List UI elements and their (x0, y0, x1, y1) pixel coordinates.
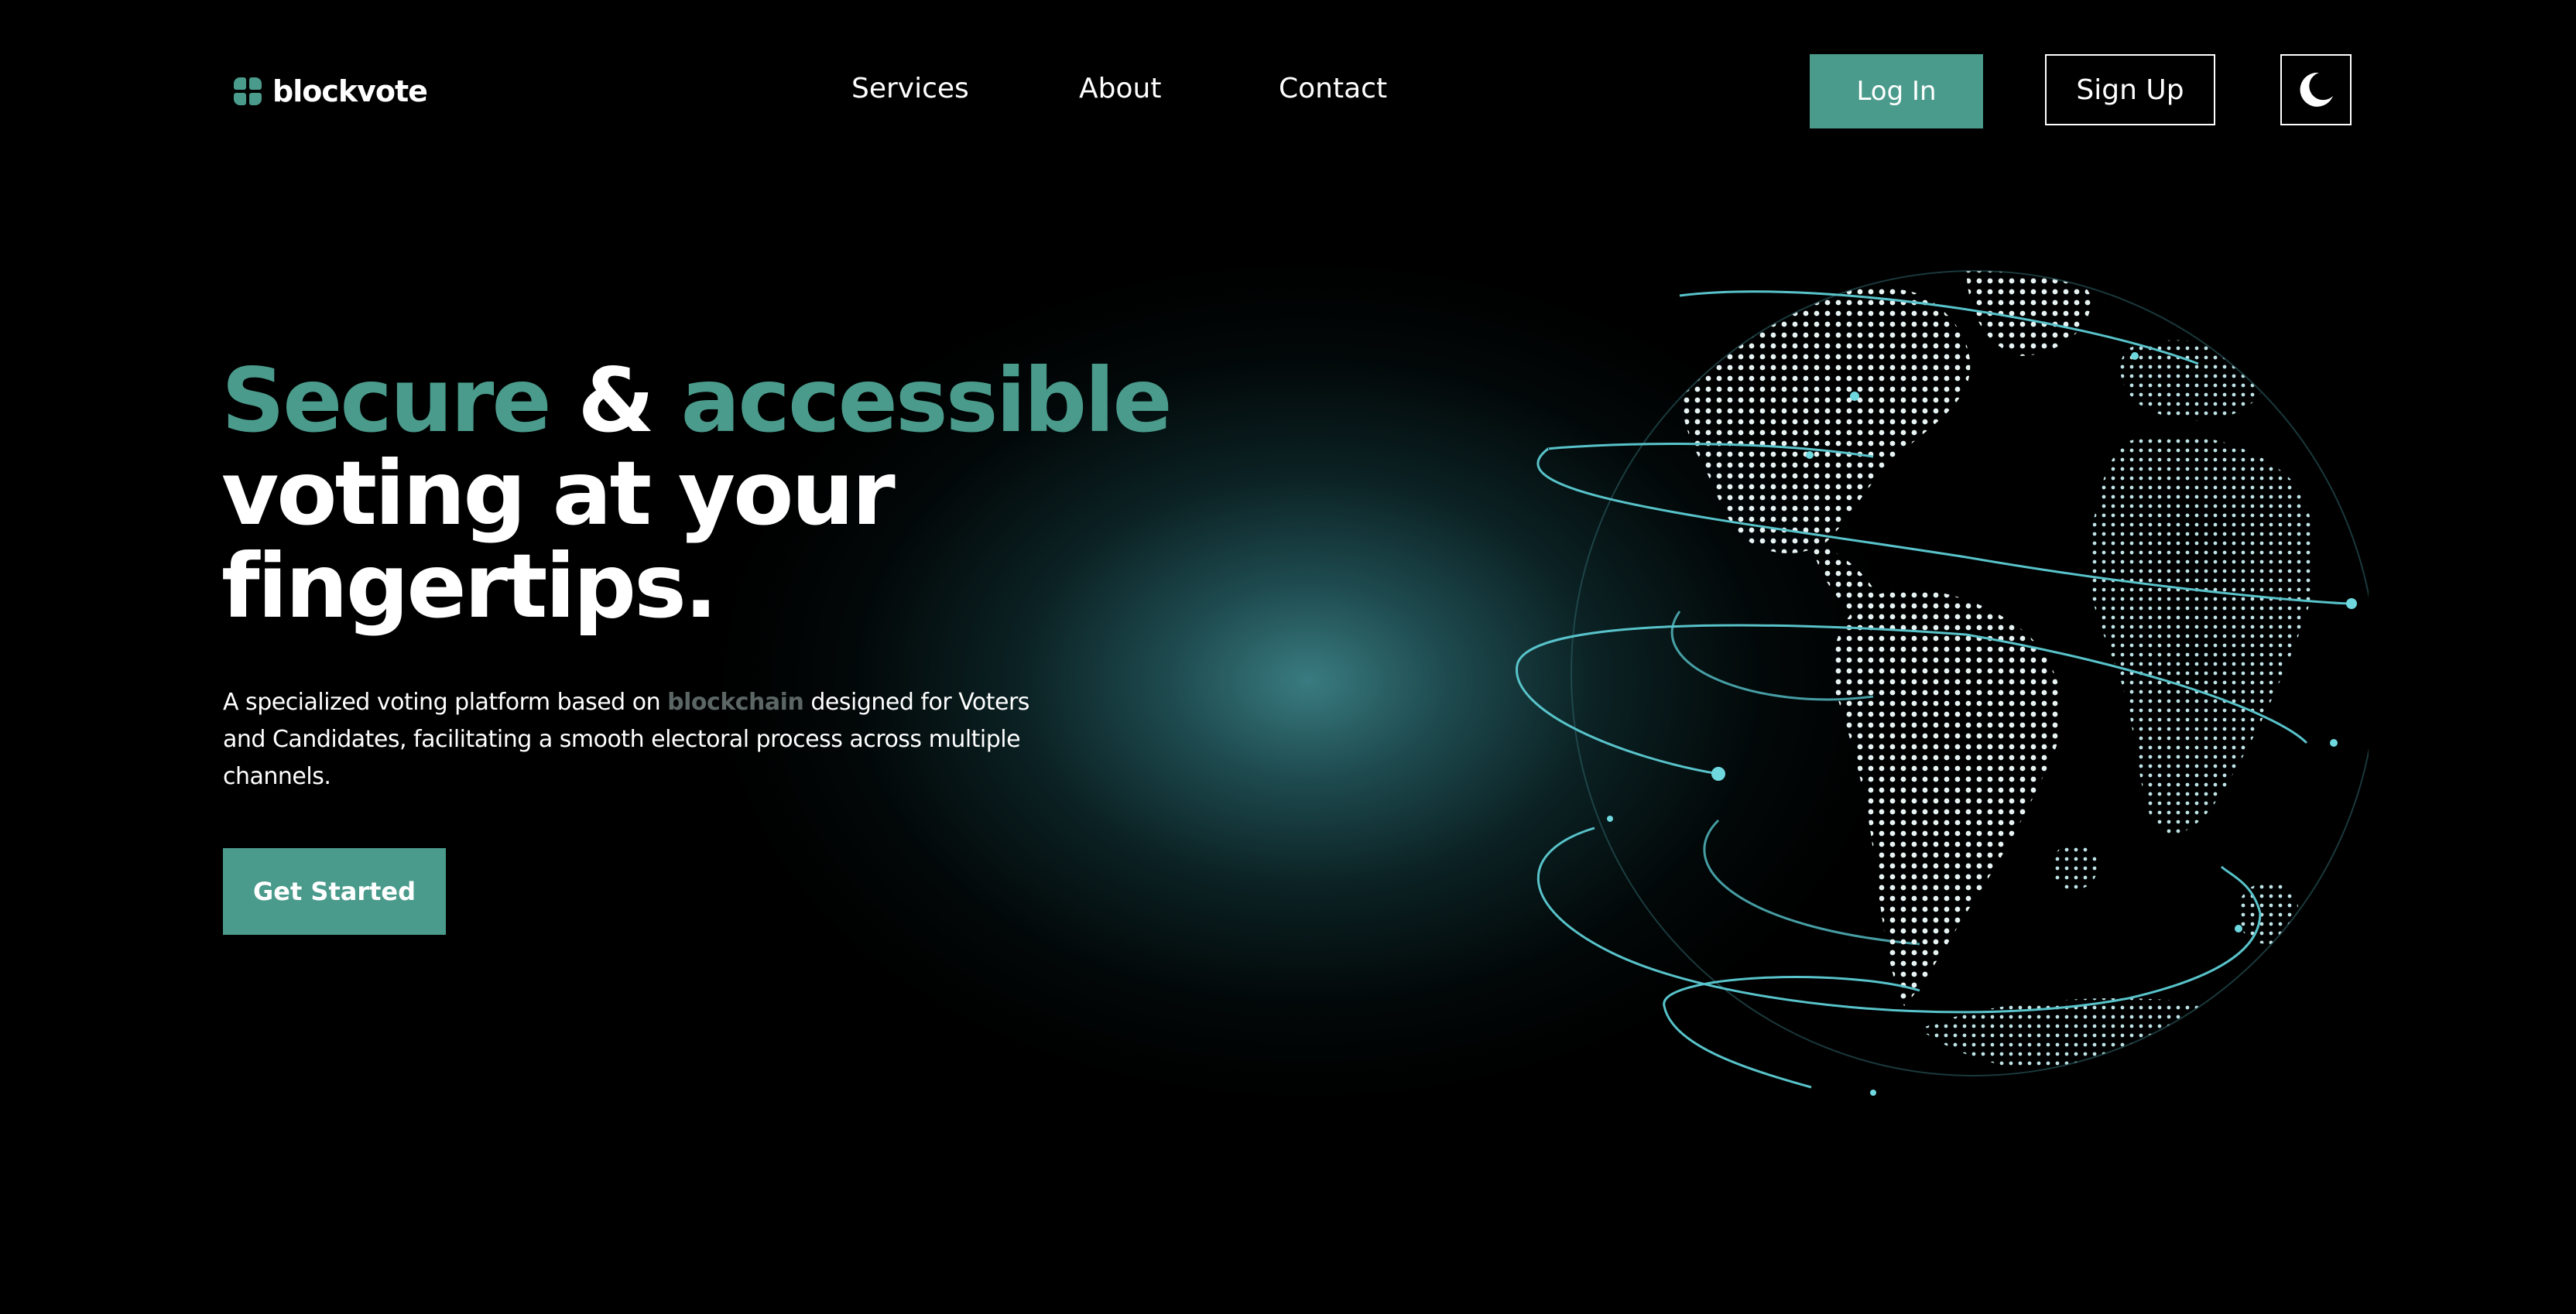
grid-logo-icon (234, 77, 262, 105)
hero-desc-before: A specialized voting platform based on (223, 689, 668, 716)
signup-button[interactable]: Sign Up (2045, 54, 2215, 125)
hero-title-accessible: accessible (680, 349, 1173, 452)
hero-title: Secure & accessible voting at your fingert… (221, 354, 1173, 633)
top-navbar: blockvote Services About Contact Log In … (0, 0, 2576, 183)
login-button[interactable]: Log In (1810, 54, 1983, 128)
hero-description: A specialized voting platform based on b… (223, 684, 1067, 796)
moon-icon (2300, 72, 2333, 107)
hero-title-secure: Secure (221, 349, 552, 452)
landing-page: blockvote Services About Contact Log In … (0, 0, 2576, 1314)
hero-title-ampersand: & (549, 349, 681, 452)
brand-logo[interactable]: blockvote (234, 74, 428, 108)
brand-name: blockvote (272, 74, 428, 108)
nav-link-services[interactable]: Services (851, 73, 969, 104)
get-started-button[interactable]: Get Started (223, 848, 446, 935)
nav-link-about[interactable]: About (1079, 73, 1161, 104)
nav-link-contact[interactable]: Contact (1279, 73, 1387, 104)
theme-toggle-button[interactable] (2280, 54, 2352, 125)
hero-title-line3: fingertips. (221, 535, 718, 638)
globe-icon (1516, 270, 2369, 1096)
hero-title-line2: voting at your (221, 442, 896, 545)
hero-desc-highlight: blockchain (667, 689, 804, 716)
